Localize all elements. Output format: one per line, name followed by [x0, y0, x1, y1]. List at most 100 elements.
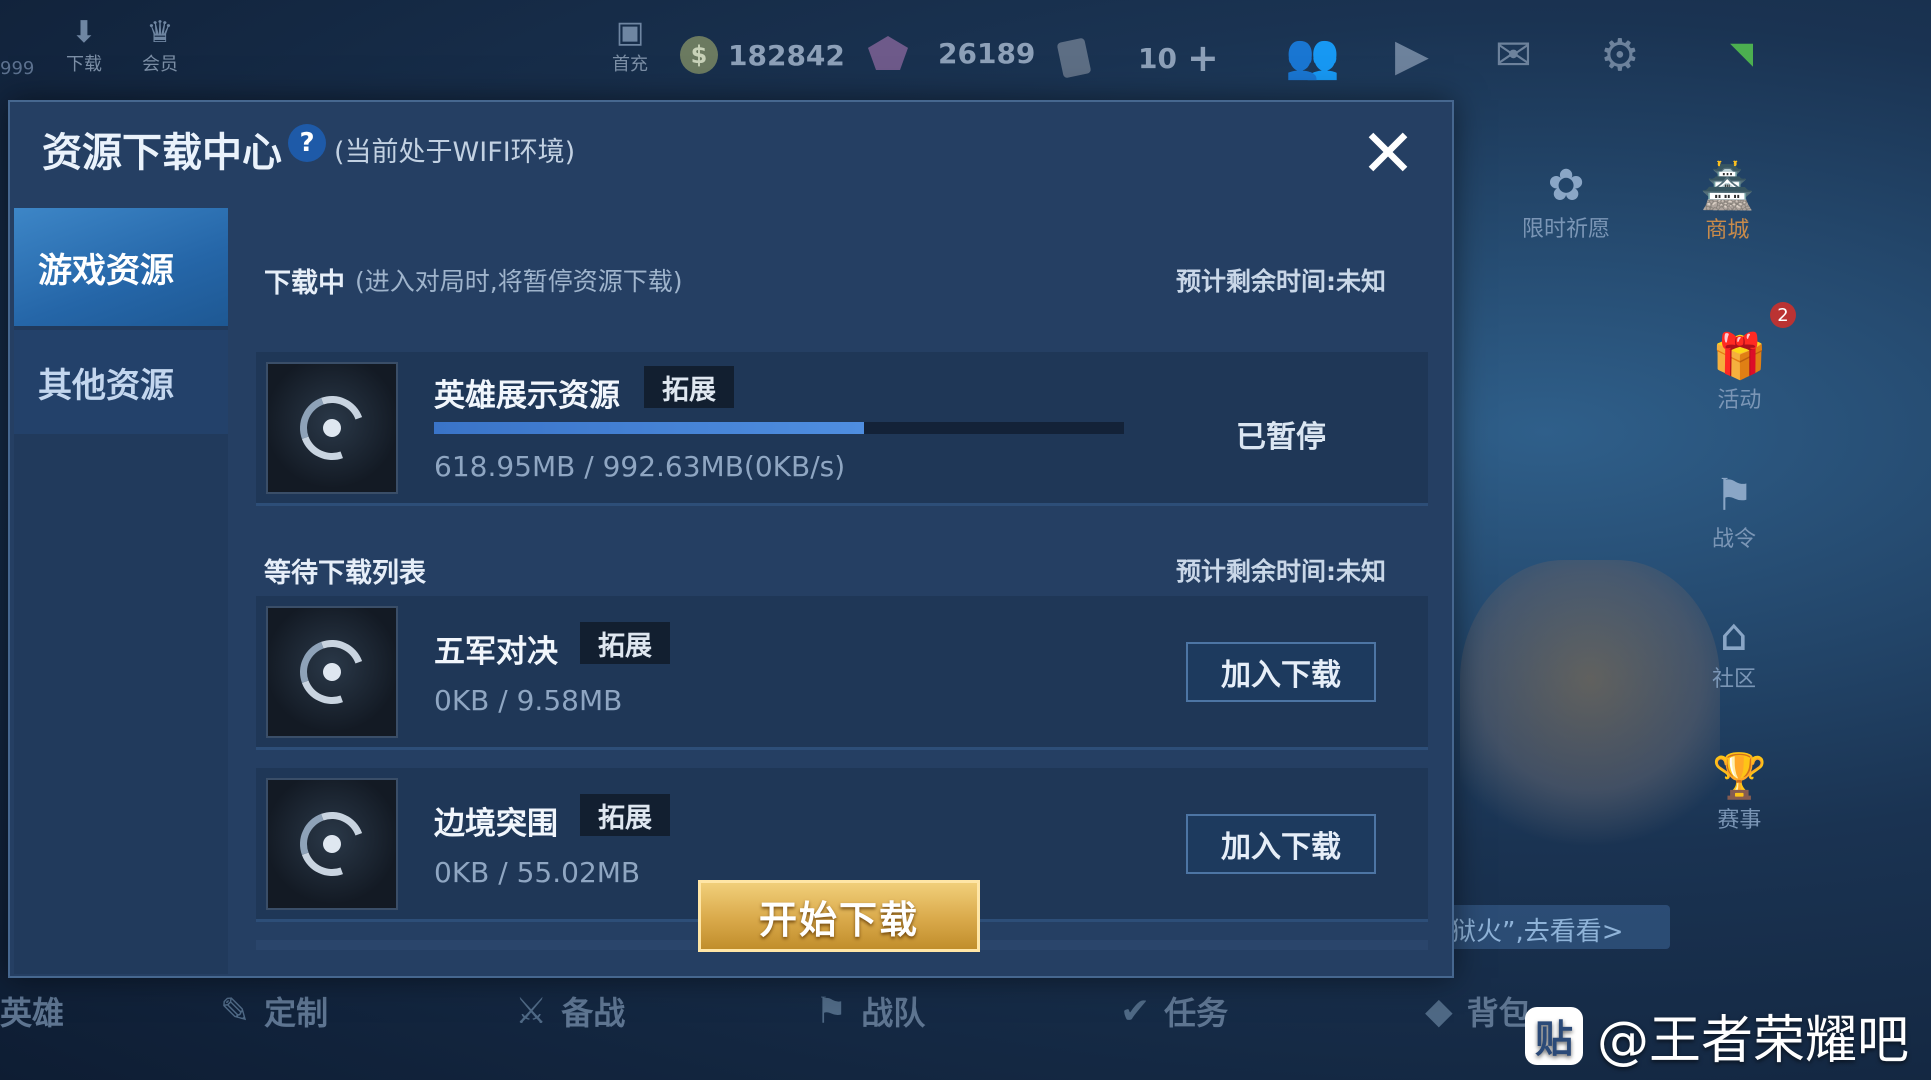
- diamond-value: 26189: [938, 36, 1036, 70]
- event-notice[interactable]: 狱火”,去看看>: [1440, 905, 1670, 949]
- watermark: 贴 @王者荣耀吧: [1525, 998, 1909, 1073]
- first-charge-shortcut[interactable]: ▣ 首充: [610, 14, 650, 76]
- close-button[interactable]: ✕: [1355, 121, 1421, 190]
- tab-game-resources-label: 游戏资源: [38, 250, 174, 291]
- ticket-value: 10: [1138, 41, 1177, 75]
- gold-coin-icon: $: [680, 36, 718, 74]
- resource-pack-icon: [266, 778, 398, 910]
- activity-icon: 🎁: [1712, 331, 1767, 382]
- resource-size: 0KB / 55.02MB: [434, 856, 641, 889]
- wifi-icon: ◥: [1730, 36, 1754, 71]
- activity-entry[interactable]: 🎁 活动: [1712, 330, 1767, 414]
- nav-customize[interactable]: ✎ 定制: [220, 988, 328, 1034]
- gold-value: 182842: [728, 38, 845, 72]
- shop-label: 商城: [1705, 218, 1750, 243]
- help-icon[interactable]: ?: [288, 124, 326, 162]
- nav-bag-label: 背包: [1466, 994, 1531, 1032]
- nav-tasks[interactable]: ✔ 任务: [1120, 988, 1228, 1034]
- member-icon: ♛: [146, 14, 174, 50]
- tournament-entry[interactable]: 🏆 赛事: [1712, 750, 1767, 834]
- shop-icon: 🏯: [1700, 161, 1755, 212]
- ticket-currency: 10 +: [1056, 36, 1219, 80]
- dialog-subtitle: (当前处于WIFI环境): [334, 137, 576, 168]
- ticket-icon: [1056, 37, 1092, 79]
- start-download-button[interactable]: 开始下载: [698, 880, 980, 952]
- download-status[interactable]: 已暂停: [1236, 412, 1326, 456]
- nav-prepare-label: 备战: [561, 994, 626, 1032]
- resource-download-dialog: 资源下载中心 ? (当前处于WIFI环境) ✕ 游戏资源 其他资源 下载中 (进…: [8, 100, 1454, 978]
- nav-tasks-label: 任务: [1164, 994, 1229, 1032]
- tab-other-resources[interactable]: 其他资源: [14, 330, 228, 434]
- left-cut-text: 999: [0, 58, 35, 79]
- resource-name: 边境突围: [434, 806, 558, 842]
- first-charge-label: 首充: [612, 54, 648, 75]
- background-character: [1460, 560, 1720, 860]
- waiting-eta: 预计剩余时间:未知: [1176, 557, 1386, 586]
- team-icon: ⚑: [815, 990, 848, 1032]
- tab-game-resources[interactable]: 游戏资源: [14, 208, 228, 326]
- settings-gear-icon[interactable]: ⚙: [1600, 30, 1639, 81]
- limited-wish-label: 限时祈愿: [1522, 217, 1611, 242]
- resource-tag: 拓展: [644, 366, 734, 408]
- friends-icon[interactable]: 👥: [1285, 30, 1340, 82]
- battle-pass-icon: ⚑: [1714, 470, 1754, 521]
- nav-team[interactable]: ⚑ 战队: [815, 988, 925, 1034]
- resource-pack-icon: [266, 362, 398, 494]
- waiting-header: 等待下载列表 预计剩余时间:未知: [264, 550, 1414, 590]
- resource-name: 五军对决: [434, 634, 558, 670]
- download-icon: ⬇: [71, 14, 97, 50]
- resource-size: 0KB / 9.58MB: [434, 684, 623, 717]
- top-hud: 999 ⬇ 下载 ♛ 会员 ▣ 首充 $ 182842 26189 10 + 👥…: [0, 0, 1931, 100]
- limited-wish-entry[interactable]: ✿ 限时祈愿: [1522, 160, 1610, 243]
- bag-icon: ◆: [1425, 990, 1453, 1032]
- diamond-icon: [868, 36, 908, 70]
- download-progress-fill: [434, 422, 865, 434]
- waiting-title: 等待下载列表: [264, 557, 426, 589]
- customize-icon: ✎: [220, 990, 251, 1032]
- community-label: 社区: [1712, 667, 1757, 692]
- mail-icon[interactable]: ✉: [1495, 30, 1532, 81]
- trophy-icon: 🏆: [1712, 751, 1767, 802]
- downloading-eta: 预计剩余时间:未知: [1176, 267, 1386, 296]
- community-entry[interactable]: ⌂ 社区: [1712, 610, 1756, 693]
- downloading-note: (进入对局时,将暂停资源下载): [355, 267, 683, 296]
- dialog-title: 资源下载中心: [42, 130, 282, 176]
- community-icon: ⌂: [1720, 610, 1748, 661]
- downloading-header: 下载中 (进入对局时,将暂停资源下载) 预计剩余时间:未知: [264, 260, 1414, 300]
- tasks-icon: ✔: [1120, 990, 1151, 1032]
- resource-size: 618.95MB / 992.63MB(0KB/s): [434, 450, 846, 483]
- list-item: 五军对决 拓展 0KB / 9.58MB 加入下载: [256, 596, 1428, 750]
- downloading-row: 英雄展示资源 拓展 618.95MB / 992.63MB(0KB/s) 已暂停: [256, 352, 1428, 506]
- download-label: 下载: [66, 54, 102, 75]
- nav-customize-label: 定制: [264, 994, 329, 1032]
- download-shortcut[interactable]: ⬇ 下载: [64, 14, 104, 76]
- chest-icon: ▣: [615, 14, 645, 50]
- member-shortcut[interactable]: ♛ 会员: [140, 14, 180, 76]
- nav-hero[interactable]: 英雄: [0, 988, 64, 1034]
- tournament-label: 赛事: [1717, 808, 1762, 833]
- add-ticket-button[interactable]: +: [1187, 36, 1219, 80]
- add-to-download-button[interactable]: 加入下载: [1186, 814, 1376, 874]
- nav-prepare[interactable]: ⚔ 备战: [515, 988, 625, 1034]
- resource-name: 英雄展示资源: [434, 378, 620, 414]
- replay-icon[interactable]: ▶: [1395, 30, 1429, 81]
- dialog-content: 下载中 (进入对局时,将暂停资源下载) 预计剩余时间:未知 英雄展示资源 拓展 …: [228, 202, 1452, 972]
- add-to-download-button[interactable]: 加入下载: [1186, 642, 1376, 702]
- resource-tag: 拓展: [580, 794, 670, 836]
- watermark-text: @王者荣耀吧: [1597, 1011, 1910, 1071]
- battle-pass-label: 战令: [1712, 527, 1757, 552]
- shop-entry[interactable]: 🏯 商城: [1700, 160, 1755, 244]
- nav-team-label: 战队: [861, 994, 926, 1032]
- wish-icon: ✿: [1547, 160, 1585, 211]
- battle-pass-entry[interactable]: ⚑ 战令: [1712, 470, 1756, 553]
- nav-hero-label: 英雄: [0, 994, 65, 1032]
- resource-tabs: 游戏资源 其他资源: [14, 208, 228, 974]
- member-label: 会员: [142, 54, 178, 75]
- prepare-icon: ⚔: [515, 990, 548, 1032]
- gold-currency: $ 182842: [680, 36, 845, 74]
- resource-pack-icon: [266, 606, 398, 738]
- nav-bag[interactable]: ◆ 背包: [1425, 988, 1531, 1034]
- downloading-title: 下载中: [264, 267, 345, 299]
- diamond-currency: 26189: [868, 36, 1035, 70]
- resource-tag: 拓展: [580, 622, 670, 664]
